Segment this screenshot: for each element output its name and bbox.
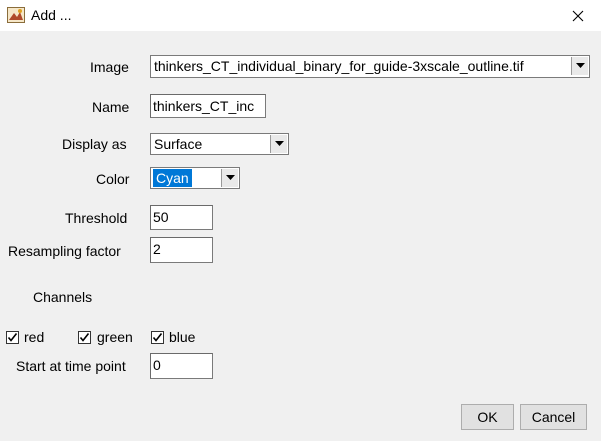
start-time-label: Start at time point xyxy=(16,358,126,374)
color-label: Color xyxy=(96,171,130,187)
blue-checkbox[interactable] xyxy=(151,331,164,344)
threshold-label: Threshold xyxy=(65,210,128,226)
green-checkbox[interactable] xyxy=(78,331,91,344)
ok-button[interactable]: OK xyxy=(461,404,514,430)
color-value: Cyan xyxy=(153,169,192,187)
display-as-value: Surface xyxy=(154,136,203,152)
start-time-field[interactable]: 0 xyxy=(150,353,213,379)
threshold-field[interactable]: 50 xyxy=(150,205,213,230)
resampling-field[interactable]: 2 xyxy=(150,237,213,263)
dialog-body: Image thinkers_CT_individual_binary_for_… xyxy=(0,31,601,441)
blue-label: blue xyxy=(169,329,196,345)
close-icon xyxy=(572,10,584,21)
green-label: green xyxy=(97,329,133,345)
color-select[interactable]: Cyan xyxy=(150,167,240,189)
checkmark-icon xyxy=(79,333,90,342)
checkmark-icon xyxy=(152,333,163,342)
red-label: red xyxy=(24,329,45,345)
image-select-value: thinkers_CT_individual_binary_for_guide-… xyxy=(154,58,524,74)
close-button[interactable] xyxy=(555,0,601,31)
cancel-button[interactable]: Cancel xyxy=(520,404,587,430)
resampling-label: Resampling factor xyxy=(8,243,121,259)
display-as-label: Display as xyxy=(62,136,127,152)
display-as-select[interactable]: Surface xyxy=(150,133,289,155)
image-select[interactable]: thinkers_CT_individual_binary_for_guide-… xyxy=(150,55,590,78)
chevron-down-icon xyxy=(221,169,238,187)
name-label: Name xyxy=(92,99,130,115)
title-bar: Add ... xyxy=(0,0,601,31)
name-field[interactable]: thinkers_CT_inc xyxy=(150,94,266,118)
window-title: Add ... xyxy=(31,7,72,23)
imagej-icon xyxy=(7,7,25,23)
chevron-down-icon xyxy=(571,57,588,75)
channels-label: Channels xyxy=(33,289,93,305)
chevron-down-icon xyxy=(270,135,287,153)
red-checkbox[interactable] xyxy=(6,331,19,344)
image-label: Image xyxy=(90,59,129,75)
checkmark-icon xyxy=(7,333,18,342)
